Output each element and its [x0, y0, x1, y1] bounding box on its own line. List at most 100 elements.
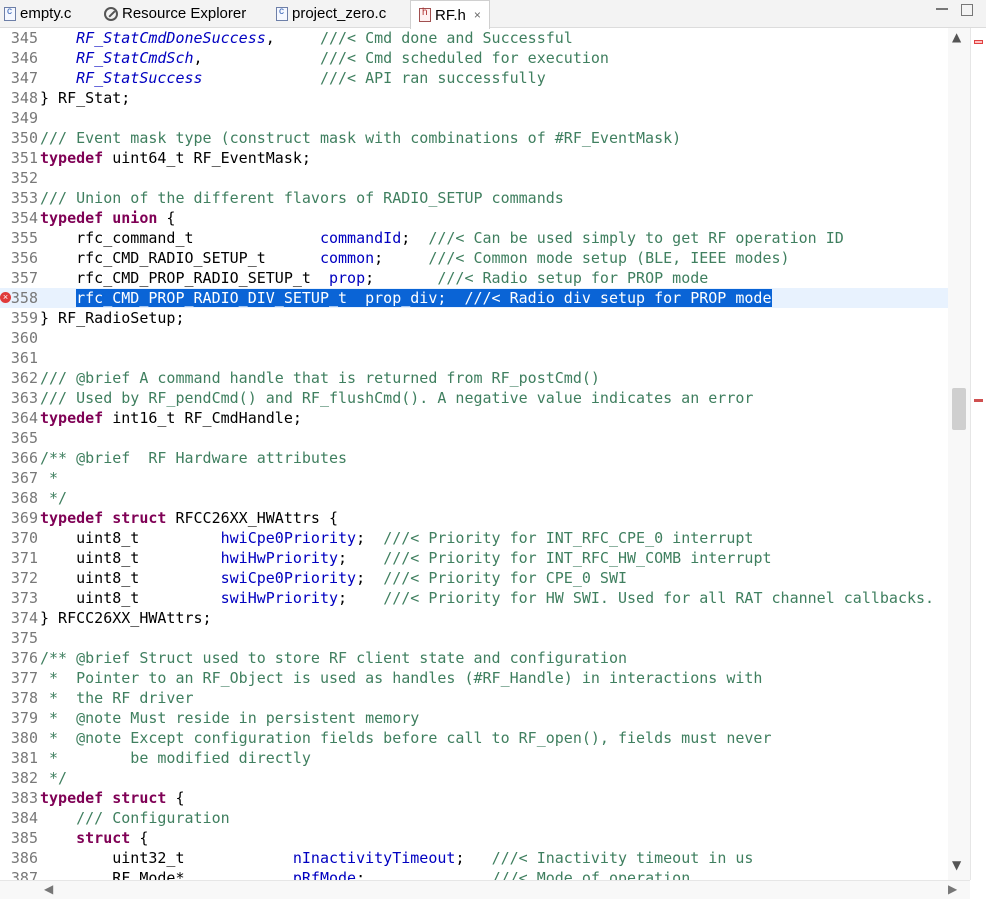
code-line[interactable]: 385 struct { — [0, 828, 948, 848]
code-line[interactable]: 373 uint8_t swiHwPriority; ///< Priority… — [0, 588, 948, 608]
code-line[interactable]: 377 * Pointer to an RF_Object is used as… — [0, 668, 948, 688]
code-line[interactable]: 366/** @brief RF Hardware attributes — [0, 448, 948, 468]
code-line[interactable]: 348} RF_Stat; — [0, 88, 948, 108]
c-file-icon — [276, 6, 288, 21]
code-line[interactable]: 354 typedef union { — [0, 208, 948, 228]
tab-empty-c[interactable]: empty.c — [4, 0, 71, 27]
code-token: struct — [112, 789, 167, 807]
scroll-down-icon[interactable]: ▼ — [952, 858, 961, 872]
scroll-left-icon[interactable]: ◀ — [44, 882, 53, 896]
code-line[interactable]: 351 typedef uint64_t RF_EventMask; — [0, 148, 948, 168]
code-line[interactable]: 369 typedef struct RFCC26XX_HWAttrs { — [0, 508, 948, 528]
code-line[interactable]: 350/// Event mask type (construct mask w… — [0, 128, 948, 148]
code-line[interactable]: 374} RFCC26XX_HWAttrs; — [0, 608, 948, 628]
code-token: hwiHwPriority — [220, 549, 339, 567]
code-editor[interactable]: 345 RF_StatCmdDoneSuccess, ///< Cmd done… — [0, 28, 948, 880]
code-line[interactable]: 372 uint8_t swiCpe0Priority; ///< Priori… — [0, 568, 948, 588]
tab-label: Resource Explorer — [122, 5, 247, 22]
code-line[interactable]: 347 RF_StatSuccess ///< API ran successf… — [0, 68, 948, 88]
code-line[interactable]: 376/** @brief Struct used to store RF cl… — [0, 648, 948, 668]
code-token: rfc_CMD_PROP_RADIO_SETUP_t — [40, 269, 329, 287]
code-token: ///< Cmd done and Successful — [319, 29, 573, 47]
scroll-right-icon[interactable]: ▶ — [948, 882, 957, 896]
code-text: */ — [40, 768, 67, 788]
code-line[interactable]: 345 RF_StatCmdDoneSuccess, ///< Cmd done… — [0, 28, 948, 48]
code-line[interactable]: 367 * — [0, 468, 948, 488]
minimize-icon[interactable] — [936, 8, 948, 10]
code-line[interactable]: 378 * the RF driver — [0, 688, 948, 708]
code-line[interactable]: 360 — [0, 328, 948, 348]
code-token: { — [157, 209, 176, 227]
scroll-up-icon[interactable]: ▲ — [952, 30, 961, 44]
code-token: int16_t RF_CmdHandle; — [103, 409, 302, 427]
maximize-icon[interactable] — [961, 4, 973, 16]
code-line[interactable]: 346 RF_StatCmdSch, ///< Cmd scheduled fo… — [0, 48, 948, 68]
code-line[interactable]: 379 * @note Must reside in persistent me… — [0, 708, 948, 728]
code-token: RFCC26XX_HWAttrs { — [166, 509, 339, 527]
code-line[interactable]: 375 — [0, 628, 948, 648]
code-token: RF_StatSuccess — [76, 69, 203, 87]
code-token: swiCpe0Priority — [220, 569, 357, 587]
code-line[interactable]: 382 */ — [0, 768, 948, 788]
code-text: * @note Except configuration fields befo… — [40, 728, 771, 748]
code-token: { — [130, 829, 149, 847]
code-text: * Pointer to an RF_Object is used as han… — [40, 668, 762, 688]
line-number: 354 — [10, 209, 38, 227]
code-line[interactable]: 384 /// Configuration — [0, 808, 948, 828]
overview-ruler[interactable] — [970, 28, 986, 880]
tab-project-zero-c[interactable]: project_zero.c — [276, 0, 386, 27]
line-number: 380 — [10, 729, 38, 747]
code-line[interactable]: 353/// Union of the different flavors of… — [0, 188, 948, 208]
code-token: , — [265, 29, 320, 47]
code-token: /// Configuration — [76, 809, 230, 827]
code-line[interactable]: 387 RF_Mode* pRfMode; ///< Mode of opera… — [0, 868, 948, 880]
code-token: /// @brief A command handle that is retu… — [40, 369, 600, 387]
code-token: ; — [338, 589, 384, 607]
code-line[interactable]: 370 uint8_t hwiCpe0Priority; ///< Priori… — [0, 528, 948, 548]
code-line[interactable]: 361 — [0, 348, 948, 368]
line-number: 387 — [10, 869, 38, 880]
scrollbar-thumb[interactable] — [952, 388, 966, 430]
horizontal-scrollbar[interactable]: ◀ ▶ — [0, 880, 970, 899]
code-line[interactable]: 359} RF_RadioSetup; — [0, 308, 948, 328]
code-line[interactable]: 357 rfc_CMD_PROP_RADIO_SETUP_t prop; ///… — [0, 268, 948, 288]
code-line[interactable]: 386 uint32_t nInactivityTimeout; ///< In… — [0, 848, 948, 868]
code-token: commandId — [319, 229, 402, 247]
code-text: typedef struct RFCC26XX_HWAttrs { — [40, 508, 338, 528]
code-line[interactable]: 352 — [0, 168, 948, 188]
code-token: ///< Priority for INT_RFC_CPE_0 interrup… — [383, 529, 754, 547]
code-text: /** @brief RF Hardware attributes — [40, 448, 347, 468]
code-text: rfc_CMD_RADIO_SETUP_t common; ///< Commo… — [40, 248, 790, 268]
code-line[interactable]: 356 rfc_CMD_RADIO_SETUP_t common; ///< C… — [0, 248, 948, 268]
line-number: 359 — [10, 309, 38, 327]
code-line[interactable]: 362/// @brief A command handle that is r… — [0, 368, 948, 388]
code-token: uint8_t — [40, 589, 221, 607]
line-number: 355 — [10, 229, 38, 247]
code-line[interactable]: 368 */ — [0, 488, 948, 508]
error-marker-icon[interactable] — [974, 399, 983, 402]
close-icon[interactable]: × — [474, 8, 481, 22]
code-line[interactable]: 371 uint8_t hwiHwPriority; ///< Priority… — [0, 548, 948, 568]
code-text: rfc_CMD_PROP_RADIO_DIV_SETUP_t prop_div;… — [40, 288, 772, 308]
code-token: hwiCpe0Priority — [220, 529, 357, 547]
code-token: ///< Common mode setup (BLE, IEEE modes) — [428, 249, 790, 267]
tab-rf-h[interactable]: RF.h × — [410, 0, 490, 29]
code-token: ///< Priority for HW SWI. Used for all R… — [383, 589, 935, 607]
code-line[interactable]: 349 — [0, 108, 948, 128]
code-line[interactable]: 381 * be modified directly — [0, 748, 948, 768]
code-text: uint8_t swiCpe0Priority; ///< Priority f… — [40, 568, 627, 588]
code-line[interactable]: 383 typedef struct { — [0, 788, 948, 808]
tab-resource-explorer[interactable]: Resource Explorer — [104, 0, 246, 27]
code-line[interactable]: 380 * @note Except configuration fields … — [0, 728, 948, 748]
code-line[interactable]: 364 typedef int16_t RF_CmdHandle; — [0, 408, 948, 428]
code-line[interactable]: 355 rfc_command_t commandId; ///< Can be… — [0, 228, 948, 248]
vertical-scrollbar[interactable]: ▲ ▼ — [948, 28, 970, 880]
code-text: uint8_t swiHwPriority; ///< Priority for… — [40, 588, 934, 608]
code-line[interactable]: 365 — [0, 428, 948, 448]
code-token: } RF_Stat; — [40, 89, 131, 107]
code-line[interactable]: 363/// Used by RF_pendCmd() and RF_flush… — [0, 388, 948, 408]
code-line[interactable]: × 358 rfc_CMD_PROP_RADIO_DIV_SETUP_t prop… — [0, 288, 948, 308]
line-number: 358 — [10, 289, 38, 307]
error-marker-icon[interactable] — [974, 40, 983, 44]
